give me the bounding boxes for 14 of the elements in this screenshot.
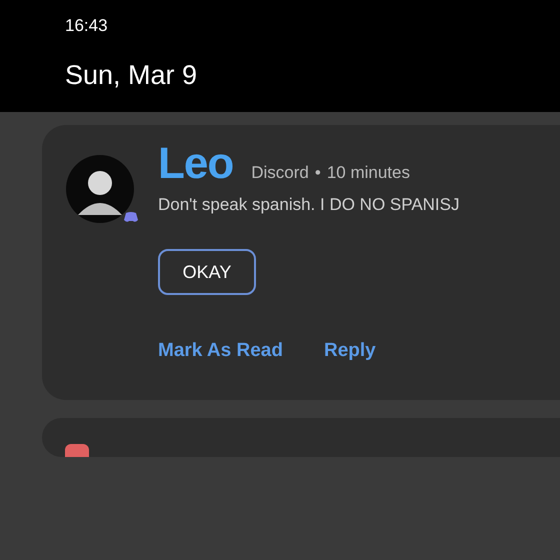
notification-card[interactable] xyxy=(42,418,560,457)
date-label: Sun, Mar 9 xyxy=(65,60,198,91)
message-text: Don't speak spanish. I DO NO SPANISJ xyxy=(158,195,460,215)
app-icon xyxy=(65,444,89,457)
timestamp: 10 minutes xyxy=(326,163,410,183)
separator: • xyxy=(314,163,321,183)
sender-name: Leo xyxy=(158,139,234,188)
action-link[interactable]: Reply xyxy=(324,340,376,362)
action-link[interactable]: Mark As Read xyxy=(158,340,283,362)
clock-time: 16:43 xyxy=(65,16,108,36)
reply-option-button[interactable]: OKAY xyxy=(158,249,256,295)
avatar xyxy=(66,155,134,223)
app-name: Discord xyxy=(251,163,309,183)
app-icon xyxy=(124,211,138,223)
